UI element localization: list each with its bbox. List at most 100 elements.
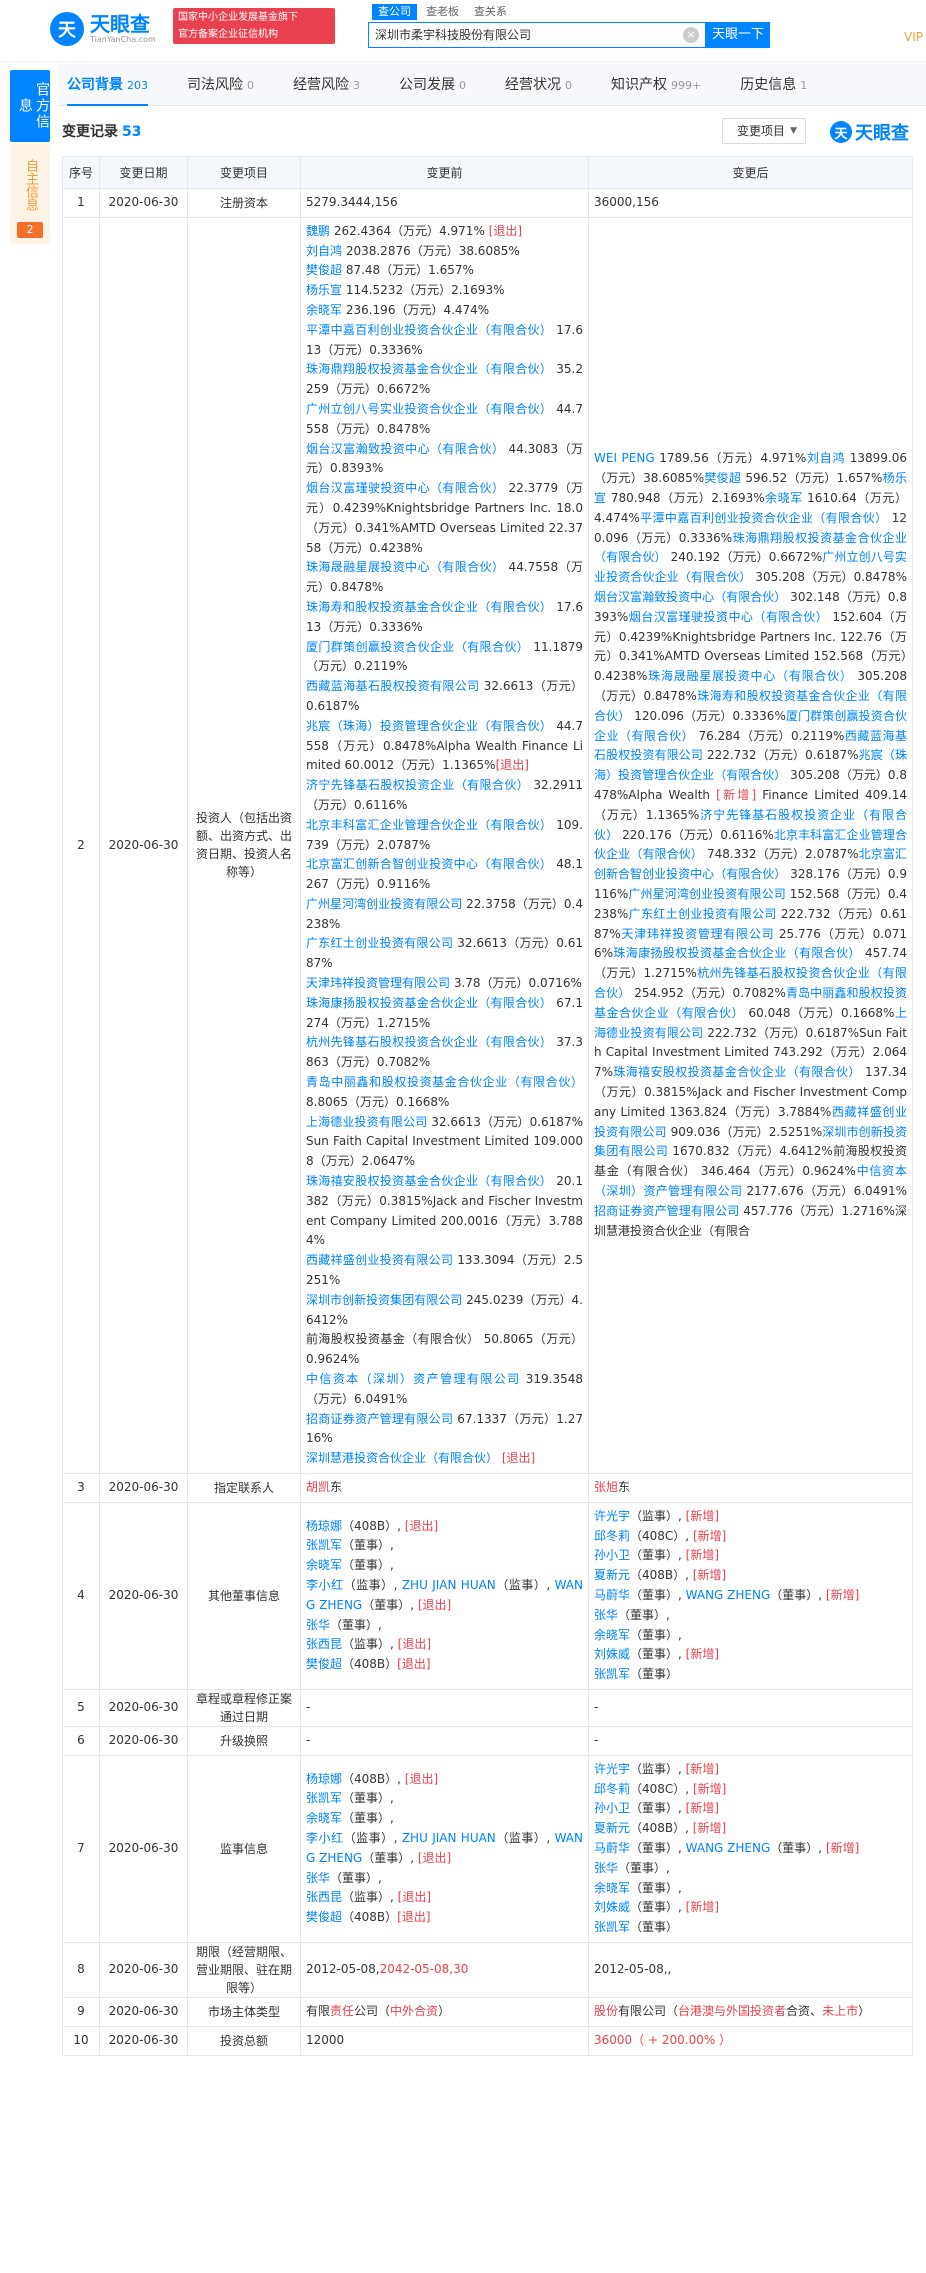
tab-4[interactable]: 经营状况 0 [505, 64, 572, 106]
search-tab-boss[interactable]: 查老板 [420, 4, 465, 20]
entity-link[interactable]: 烟台汉富瀚致投资中心（有限合伙） [594, 590, 786, 604]
side-tab-self[interactable]: 自主信息 2 [10, 144, 50, 244]
search-input[interactable]: 深圳市柔宇科技股份有限公司 [368, 22, 706, 48]
entity-link[interactable]: 烟台汉富瀚致投资中心（有限合伙） [306, 442, 504, 456]
entity-link[interactable]: 西藏蓝海基石股权投资有限公司 [306, 679, 480, 693]
entity-link[interactable]: 广东红土创业投资有限公司 [628, 907, 776, 921]
entity-link[interactable]: 深圳市创新投资集团有限公司 [306, 1293, 462, 1307]
entity-link[interactable]: 天津玮祥投资管理有限公司 [306, 976, 450, 990]
entity-link[interactable]: 济宁先锋基石股权投资企业（有限合伙） [306, 778, 529, 792]
entity-link[interactable]: 张华 [594, 1861, 618, 1875]
entity-link[interactable]: 张凯军 [594, 1667, 630, 1681]
entity-link[interactable]: 夏新元 [594, 1568, 630, 1582]
entity-link[interactable]: 张华 [594, 1608, 618, 1622]
logo[interactable]: 天 天眼查 TianYanCha.com [50, 12, 156, 46]
entity-link[interactable]: 夏新元 [594, 1821, 630, 1835]
vip-link[interactable]: VIP [904, 30, 923, 44]
entity-link[interactable]: 兆宸（珠海）投资管理合伙企业（有限合伙） [306, 719, 552, 733]
entity-link[interactable]: WEI PENG [594, 451, 655, 465]
entity-link[interactable]: 余晓军 [306, 1558, 342, 1572]
entity-link[interactable]: 珠海晟融星展投资中心（有限合伙） [647, 669, 852, 683]
entity-link[interactable]: 樊俊超 [704, 471, 741, 485]
search-tab-company[interactable]: 查公司 [372, 4, 417, 20]
entity-link[interactable]: 杨乐宣 [306, 283, 342, 297]
entity-link[interactable]: 余晓军 [594, 1628, 630, 1642]
entity-link[interactable]: 珠海禧安股权投资基金合伙企业（有限合伙） [306, 1174, 552, 1188]
change-item-filter[interactable]: 变更项目 ▼ [722, 118, 806, 144]
entity-link[interactable]: 青岛中丽鑫和股权投资基金合伙企业（有限合伙） [306, 1075, 583, 1089]
entity-link[interactable]: 张凯军 [594, 1920, 630, 1934]
entity-link[interactable]: 平潭中嘉百利创业投资合伙企业（有限合伙） [306, 323, 552, 337]
entity-link[interactable]: 厦门群策创赢投资合伙企业（有限合伙） [306, 640, 529, 654]
tab-6[interactable]: 历史信息 1 [740, 64, 807, 106]
entity-link[interactable]: 张华 [306, 1618, 330, 1632]
entity-link[interactable]: 张凯军 [306, 1538, 342, 1552]
entity-link[interactable]: 李小红 [306, 1578, 344, 1592]
entity-link[interactable]: 深圳慧港投资合伙企业（有限合伙） [306, 1451, 502, 1465]
entity-link[interactable]: 樊俊超 [306, 1910, 342, 1924]
search-tab-relation[interactable]: 查关系 [468, 4, 513, 20]
entity-link[interactable]: 余晓军 [594, 1881, 630, 1895]
entity-link[interactable]: 孙小卫 [594, 1801, 630, 1815]
entity-link[interactable]: 北京富汇创新合智创业投资中心（有限合伙） [306, 857, 552, 871]
entity-link[interactable]: 西藏祥盛创业投资有限公司 [306, 1253, 453, 1267]
entity-link[interactable]: 许光宇 [594, 1509, 630, 1523]
clear-icon[interactable]: × [683, 27, 699, 43]
entity-link[interactable]: 马蔚华 [594, 1588, 630, 1602]
entity-link[interactable]: 李小红 [306, 1831, 344, 1845]
entity-link[interactable]: 邱冬莉 [594, 1782, 630, 1796]
entity-link[interactable]: 广州立创八号实业投资合伙企业（有限合伙） [306, 402, 552, 416]
tab-1[interactable]: 司法风险 0 [187, 64, 254, 106]
entity-link[interactable]: 珠海禧安股权投资基金合伙企业（有限合伙） [613, 1065, 861, 1079]
search-button[interactable]: 天眼一下 [706, 22, 770, 48]
promo-banner[interactable]: 国家中小企业发展基金旗下 官方备案企业征信机构 [173, 8, 335, 44]
entity-link[interactable]: 烟台汉富瑾驶投资中心（有限合伙） [628, 610, 828, 624]
entity-link[interactable]: 珠海鼎翔股权投资基金合伙企业（有限合伙） [306, 362, 552, 376]
entity-link[interactable]: 余晓军 [306, 1811, 342, 1825]
entity-link[interactable]: 刘自鸿 [306, 244, 342, 258]
entity-link[interactable]: 樊俊超 [306, 263, 342, 277]
tab-2[interactable]: 经营风险 3 [293, 64, 360, 106]
side-tab-official[interactable]: 官方信息 [10, 70, 50, 142]
entity-link[interactable]: WANG ZHENG [686, 1588, 771, 1602]
entity-link[interactable]: 许光宇 [594, 1762, 630, 1776]
entity-link[interactable]: 马蔚华 [594, 1841, 630, 1855]
entity-link[interactable]: 刘自鸿 [806, 451, 845, 465]
entity-link[interactable]: 余晓军 [306, 303, 342, 317]
tab-3[interactable]: 公司发展 0 [399, 64, 466, 106]
entity-link[interactable]: ZHU JIAN HUAN [402, 1578, 496, 1592]
entity-link[interactable]: 余晓军 [765, 491, 803, 505]
entity-link[interactable]: 张西昆 [306, 1890, 342, 1904]
entity-link[interactable]: 杨琼娜 [306, 1519, 342, 1533]
tab-0[interactable]: 公司背景 203 [67, 64, 148, 106]
entity-link[interactable]: 烟台汉富瑾驶投资中心（有限合伙） [306, 481, 504, 495]
entity-link[interactable]: 上海德业投资有限公司 [306, 1115, 427, 1129]
entity-link[interactable]: ZHU JIAN HUAN [402, 1831, 496, 1845]
entity-link[interactable]: 魏鹏 [306, 224, 330, 238]
entity-link[interactable]: 张凯军 [306, 1791, 342, 1805]
entity-link[interactable]: 刘姝威 [594, 1900, 630, 1914]
entity-link[interactable]: 广州星河湾创业投资有限公司 [628, 887, 786, 901]
entity-link[interactable]: 中信资本（深圳）资产管理有限公司 [306, 1372, 521, 1386]
entity-link[interactable]: 张华 [306, 1871, 330, 1885]
entity-link[interactable]: 招商证券资产管理有限公司 [306, 1412, 453, 1426]
entity-link[interactable]: WANG ZHENG [686, 1841, 771, 1855]
entity-link[interactable]: 天津玮祥投资管理有限公司 [621, 927, 775, 941]
entity-link[interactable]: 招商证券资产管理有限公司 [594, 1204, 739, 1218]
entity-link[interactable]: 平潭中嘉百利创业投资合伙企业（有限合伙） [640, 511, 888, 525]
entity-link[interactable]: 张西昆 [306, 1637, 342, 1651]
entity-link[interactable]: 杭州先锋基石股权投资合伙企业（有限合伙） [306, 1035, 552, 1049]
entity-link[interactable]: 广东红土创业投资有限公司 [306, 936, 453, 950]
entity-link[interactable]: 樊俊超 [306, 1657, 342, 1671]
entity-link[interactable]: 孙小卫 [594, 1548, 630, 1562]
tab-5[interactable]: 知识产权 999+ [611, 64, 701, 106]
entity-link[interactable]: 广州星河湾创业投资有限公司 [306, 897, 462, 911]
entity-link[interactable]: 刘姝威 [594, 1647, 630, 1661]
entity-link[interactable]: 珠海康扬股权投资基金合伙企业（有限合伙） [306, 996, 552, 1010]
entity-link[interactable]: 珠海晟融星展投资中心（有限合伙） [306, 560, 504, 574]
entity-link[interactable]: 珠海康扬股权投资基金合伙企业（有限合伙） [613, 946, 861, 960]
entity-link[interactable]: 北京丰科富汇企业管理合伙企业（有限合伙） [306, 818, 552, 832]
entity-link[interactable]: 邱冬莉 [594, 1529, 630, 1543]
entity-link[interactable]: 珠海寿和股权投资基金合伙企业（有限合伙） [306, 600, 552, 614]
entity-link[interactable]: 杨琼娜 [306, 1772, 342, 1786]
